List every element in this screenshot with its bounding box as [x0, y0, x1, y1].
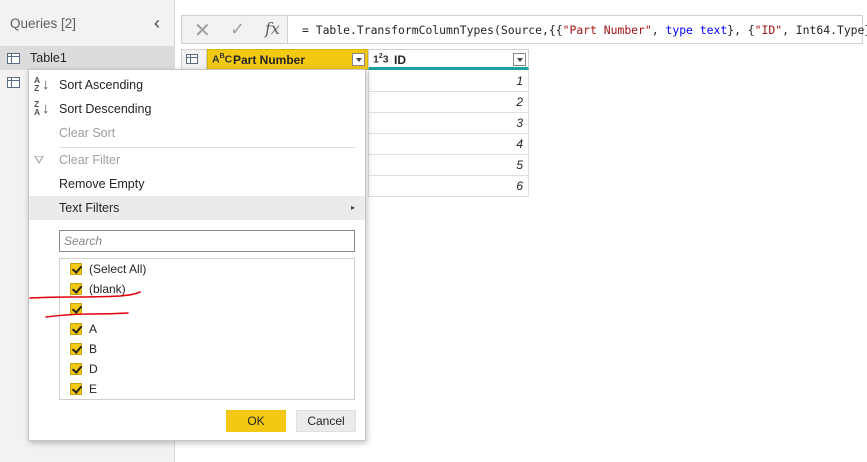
column-name: Part Number: [233, 53, 306, 67]
filter-value-row[interactable]: A: [60, 319, 354, 339]
sort-ascending-icon: A Z ↓: [34, 75, 50, 93]
id-cell[interactable]: 3: [368, 113, 529, 134]
column-header-id[interactable]: 123 ID: [368, 49, 529, 70]
filter-search-input[interactable]: [59, 230, 355, 252]
table-icon: [7, 52, 20, 64]
filter-value-label: D: [89, 362, 98, 376]
filter-value-row[interactable]: (blank): [60, 279, 354, 299]
formula-bar: ✕ ✓ fx = Table.TransformColumnTypes(Sour…: [181, 15, 867, 44]
menu-label: Clear Filter: [59, 153, 121, 167]
filter-value-row[interactable]: (Select All): [60, 259, 354, 279]
checkbox-checked-icon[interactable]: [70, 263, 82, 275]
checkbox-checked-icon[interactable]: [70, 383, 82, 395]
ok-button[interactable]: OK: [226, 410, 286, 432]
menu-label: Clear Sort: [59, 126, 116, 140]
id-cell[interactable]: 1: [368, 71, 529, 92]
filter-value-label: A: [89, 322, 98, 336]
filter-value-list: (Select All) (blank) A B D E: [59, 258, 355, 400]
formula-part: = Table.TransformColumnTypes(Source,{{: [302, 23, 563, 37]
filter-value-label: E: [89, 382, 98, 396]
filter-value-row[interactable]: E: [60, 379, 354, 399]
filter-value-label: B: [89, 342, 98, 356]
column-header-part-number[interactable]: ABC Part Number: [207, 49, 368, 70]
menu-label: Remove Empty: [59, 177, 145, 191]
menu-sort-ascending[interactable]: A Z ↓ Sort Ascending: [29, 73, 365, 97]
queries-header: Queries [2]: [10, 16, 77, 31]
menu-sort-descending[interactable]: Z A ↓ Sort Descending: [29, 97, 365, 121]
formula-text[interactable]: = Table.TransformColumnTypes(Source,{{"P…: [302, 23, 867, 37]
checkbox-checked-icon[interactable]: [70, 283, 82, 295]
filter-value-row[interactable]: D: [60, 359, 354, 379]
menu-label: Sort Descending: [59, 102, 152, 116]
table-menu-button[interactable]: [181, 49, 207, 70]
formula-part: , Int64.Type}}): [782, 23, 867, 37]
checkbox-checked-icon[interactable]: [70, 303, 82, 315]
column-name: ID: [394, 53, 406, 67]
formula-keyword: type text: [665, 23, 728, 37]
id-cell[interactable]: 6: [368, 176, 529, 197]
filter-value-label: (Select All): [89, 262, 147, 276]
checkbox-checked-icon[interactable]: [70, 323, 82, 335]
formula-string: "ID": [754, 23, 783, 37]
commit-formula-icon[interactable]: ✓: [230, 19, 245, 40]
menu-clear-sort: Clear Sort: [29, 121, 365, 145]
id-cell[interactable]: 2: [368, 92, 529, 113]
filter-dropdown-icon[interactable]: [513, 53, 526, 66]
whole-number-type-icon[interactable]: 123: [373, 53, 389, 66]
formula-string: "Part Number": [562, 23, 652, 37]
id-cell[interactable]: 4: [368, 134, 529, 155]
query-item-label: Table1: [30, 51, 67, 65]
filter-menu: A Z ↓ Sort Ascending Z A ↓ Sort Descending C…: [28, 69, 366, 441]
menu-label: Text Filters: [59, 201, 120, 215]
filter-dropdown-icon[interactable]: [352, 53, 365, 66]
sort-descending-icon: Z A ↓: [34, 99, 50, 117]
menu-text-filters[interactable]: Text Filters ▸: [29, 196, 365, 220]
filter-value-row[interactable]: [60, 299, 354, 319]
clear-filter-icon: ⛛: [34, 153, 45, 167]
checkbox-checked-icon[interactable]: [70, 343, 82, 355]
menu-clear-filter: ⛛ Clear Filter: [29, 148, 365, 172]
text-type-icon[interactable]: ABC: [212, 53, 232, 66]
menu-remove-empty[interactable]: Remove Empty: [29, 172, 365, 196]
insert-function-icon[interactable]: fx: [265, 19, 280, 38]
query-item-table1[interactable]: Table1: [0, 46, 175, 70]
cancel-formula-icon[interactable]: ✕: [194, 18, 211, 43]
table-icon: [186, 54, 198, 64]
table-icon: [7, 76, 20, 88]
id-cell[interactable]: 5: [368, 155, 529, 176]
formula-part: ,: [651, 23, 666, 37]
filter-value-row[interactable]: B: [60, 339, 354, 359]
menu-label: Sort Ascending: [59, 78, 144, 92]
collapse-queries-icon[interactable]: ‹: [154, 13, 168, 33]
cancel-button[interactable]: Cancel: [296, 410, 356, 432]
formula-controls: ✕ ✓ fx: [182, 16, 288, 43]
filter-value-label: (blank): [89, 282, 126, 296]
formula-part: }, {: [727, 23, 755, 37]
checkbox-checked-icon[interactable]: [70, 363, 82, 375]
submenu-arrow-icon: ▸: [350, 203, 355, 212]
